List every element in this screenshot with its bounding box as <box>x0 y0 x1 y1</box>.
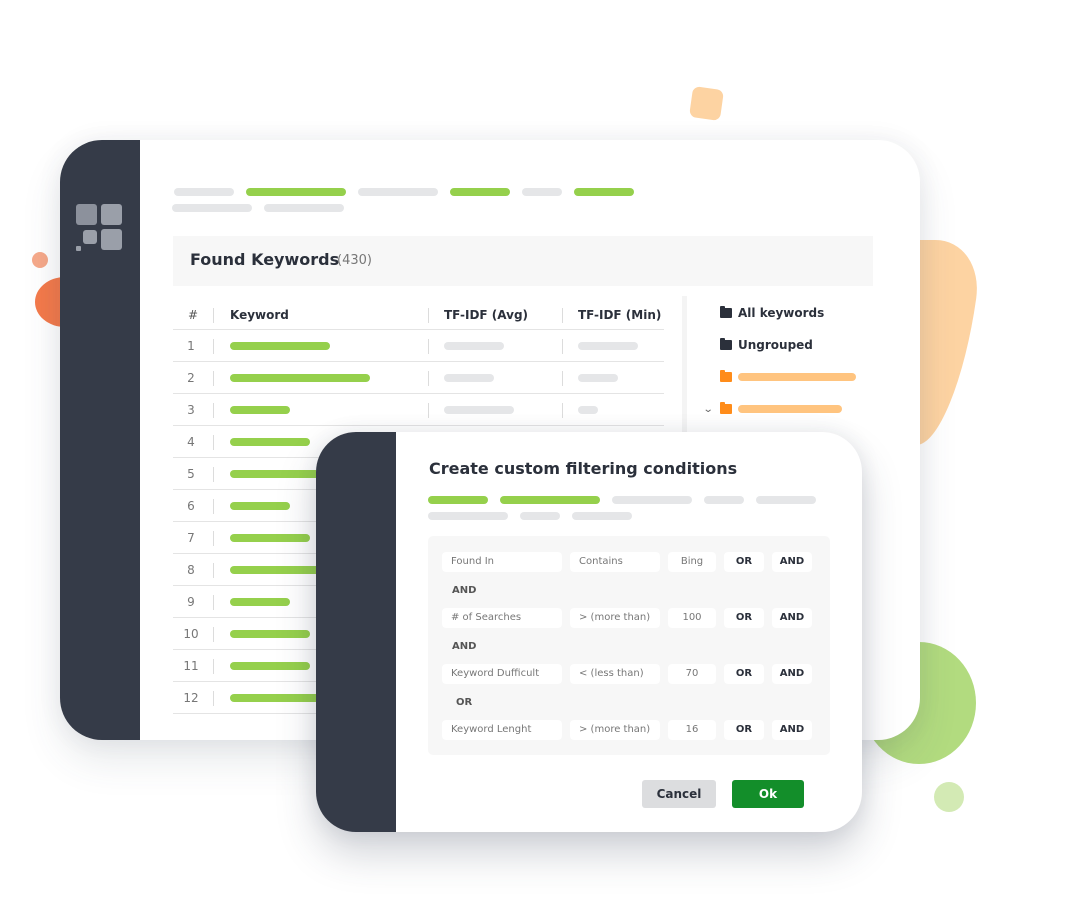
keyword-placeholder <box>230 534 310 542</box>
decorative-circle-green-small <box>934 782 964 812</box>
keyword-placeholder <box>230 406 290 414</box>
row-number: 10 <box>183 627 199 641</box>
placeholder-text <box>738 373 856 381</box>
keyword-placeholder <box>230 438 310 446</box>
row-number: 3 <box>187 403 195 417</box>
or-button[interactable]: OR <box>724 720 764 740</box>
folder-label: All keywords <box>738 306 825 320</box>
folder-label: Ungrouped <box>738 338 813 352</box>
folder-all-keywords[interactable]: All keywords <box>720 306 824 320</box>
tfidf-min-placeholder <box>578 342 638 350</box>
sidebar <box>60 140 140 740</box>
row-number: 1 <box>187 339 195 353</box>
column-header-number[interactable]: # <box>188 308 198 322</box>
ok-button[interactable]: Ok <box>732 780 804 808</box>
keyword-placeholder <box>230 342 330 350</box>
keyword-placeholder <box>230 470 330 478</box>
folder-ungrouped[interactable]: Ungrouped <box>720 338 813 352</box>
condition-value-input[interactable]: 16 <box>668 720 716 740</box>
row-number: 7 <box>187 531 195 545</box>
row-number: 2 <box>187 371 195 385</box>
chevron-down-icon[interactable]: ⌄ <box>703 404 714 415</box>
tfidf-avg-placeholder <box>444 374 494 382</box>
folder-group[interactable] <box>720 370 856 382</box>
row-number: 5 <box>187 467 195 481</box>
keyword-placeholder <box>230 374 370 382</box>
decorative-square <box>688 85 725 122</box>
decorative-circle-small <box>32 252 48 268</box>
keyword-placeholder <box>230 566 330 574</box>
column-header-keyword[interactable]: Keyword <box>230 308 289 322</box>
keyword-placeholder <box>230 694 330 702</box>
row-number: 6 <box>187 499 195 513</box>
table-row[interactable]: 3 <box>173 394 664 426</box>
tfidf-avg-placeholder <box>444 342 504 350</box>
placeholder-text <box>738 405 842 413</box>
tfidf-avg-placeholder <box>444 406 514 414</box>
column-header-tfidf-min[interactable]: TF-IDF (Min) <box>578 308 661 322</box>
folder-icon <box>720 338 732 350</box>
folder-group[interactable] <box>720 402 842 414</box>
keyword-placeholder <box>230 502 290 510</box>
row-number: 12 <box>183 691 199 705</box>
folder-icon <box>720 306 732 318</box>
column-header-tfidf-avg[interactable]: TF-IDF (Avg) <box>444 308 528 322</box>
keyword-placeholder <box>230 662 310 670</box>
tfidf-min-placeholder <box>578 406 598 414</box>
found-keywords-header: Found Keywords (430) <box>173 236 873 286</box>
folder-icon <box>720 370 732 382</box>
keyword-count: (430) <box>337 253 372 268</box>
cancel-button[interactable]: Cancel <box>642 780 716 808</box>
keyword-placeholder <box>230 598 290 606</box>
table-row[interactable]: 1 <box>173 330 664 362</box>
row-number: 11 <box>183 659 199 673</box>
conditions-panel: Found In Contains Bing OR AND AND # of Searche… <box>428 536 830 755</box>
filter-dialog: Create custom filtering conditions Found… <box>316 432 862 832</box>
row-number: 8 <box>187 563 195 577</box>
and-button[interactable]: AND <box>772 720 812 740</box>
condition-field-select[interactable]: Keyword Lenght <box>442 720 562 740</box>
condition-row: Keyword Lenght > (more than) 16 OR AND <box>428 536 830 755</box>
folder-icon <box>720 402 732 414</box>
row-number: 9 <box>187 595 195 609</box>
dialog-sidebar <box>316 432 396 832</box>
app-logo-icon <box>74 202 126 254</box>
keyword-placeholder <box>230 630 310 638</box>
page-title: Found Keywords <box>190 250 340 269</box>
row-number: 4 <box>187 435 195 449</box>
condition-operator-select[interactable]: > (more than) <box>570 720 660 740</box>
tfidf-min-placeholder <box>578 374 618 382</box>
dialog-title: Create custom filtering conditions <box>429 459 738 478</box>
table-row[interactable]: 2 <box>173 362 664 394</box>
